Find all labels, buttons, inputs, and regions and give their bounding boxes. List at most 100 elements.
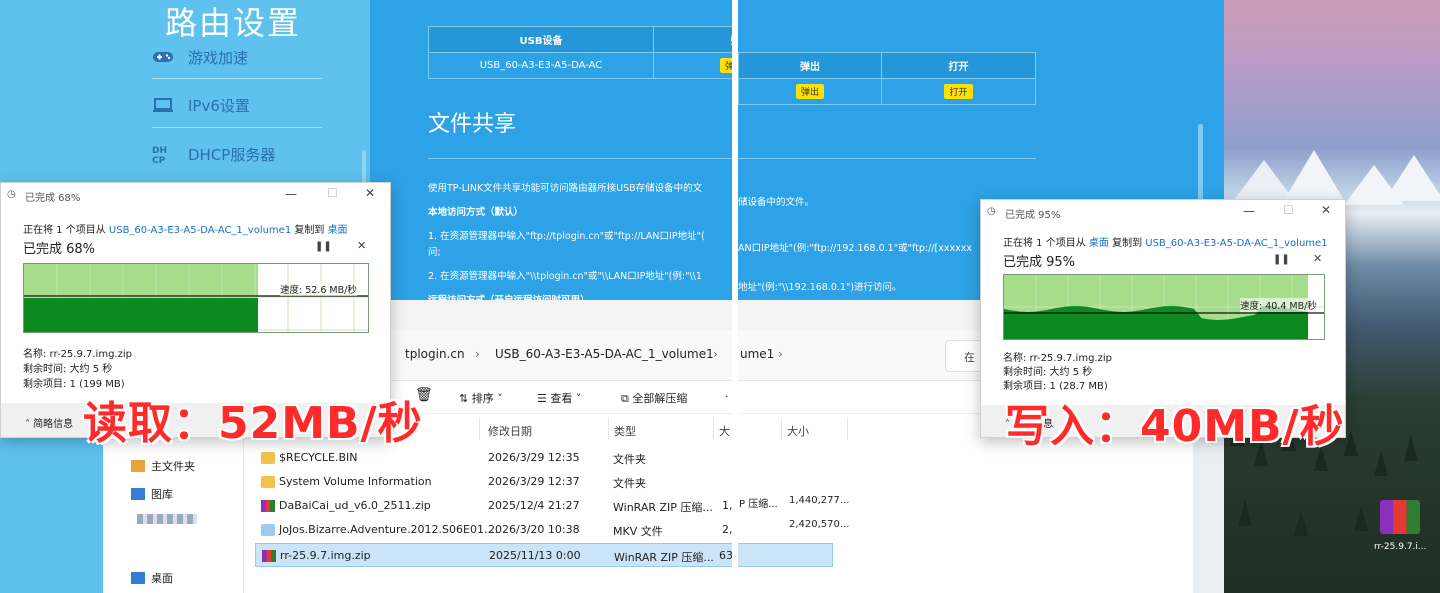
- column-size-partial[interactable]: 大: [719, 423, 730, 439]
- nav-dhcp[interactable]: DH CP DHCP服务器: [152, 137, 275, 171]
- file-size: 63: [719, 549, 733, 562]
- file-row[interactable]: System Volume Information 2026/3/29 12:3…: [255, 470, 833, 494]
- transfer-speed-graph: 速度: 52.6 MB/秒: [23, 263, 369, 333]
- usb-device-name: USB_60-A3-E3-A5-DA-AC: [428, 52, 654, 79]
- svg-text:DH: DH: [152, 146, 167, 156]
- nav-divider: [152, 78, 322, 79]
- file-name: DaBaiCai_ud_v6.0_2511.zip: [279, 499, 431, 512]
- copy-description: 正在将 1 个项目从 桌面 复制到 USB_60-A3-E3-A5-DA-AC_…: [1003, 234, 1328, 249]
- file-date: 2026/3/29 12:35: [488, 451, 580, 464]
- percent-complete: 已完成 68%: [23, 242, 96, 257]
- blurred-sidebar-item: [137, 514, 197, 524]
- dialog-title: 已完成 95%: [1005, 210, 1061, 221]
- file-type: 文件夹: [613, 453, 646, 466]
- percent-complete: 已完成 95%: [1003, 255, 1076, 270]
- minimize-button[interactable]: —: [1243, 204, 1255, 218]
- local-step-1: 1. 在资源管理器中输入"ftp://tplogin.cn"或"ftp://LA…: [428, 231, 705, 242]
- file-row-selected[interactable]: rr-25.9.7.img.zip 2025/11/13 0:00 WinRAR…: [255, 543, 833, 567]
- read-copy-dialog: ◷ 已完成 68% — ☐ ✕ 正在将 1 个项目从 USB_60-A3-E3-…: [0, 182, 422, 449]
- cancel-button[interactable]: ✕: [357, 239, 366, 252]
- dest-link[interactable]: USB_60-A3-E3-A5-DA-AC_1_volume1: [1145, 238, 1327, 249]
- column-separator[interactable]: [847, 418, 848, 440]
- column-date[interactable]: 修改日期: [488, 423, 532, 439]
- column-separator[interactable]: [781, 418, 782, 440]
- clock-icon: ◷: [7, 189, 16, 200]
- col-eject: 弹出: [653, 26, 732, 53]
- column-type[interactable]: 类型: [614, 423, 636, 439]
- column-separator[interactable]: [608, 418, 609, 440]
- chevron-right-icon: ›: [475, 347, 480, 361]
- share-instructions-right: 储设备中的文件。 AN口IP地址"(例:"ftp://192.168.0.1"或…: [738, 176, 978, 300]
- sort-label: 排序: [471, 392, 494, 405]
- source-link[interactable]: 桌面: [1089, 238, 1109, 249]
- col-usb-device: USB设备: [428, 26, 654, 53]
- clock-icon: ◷: [987, 206, 996, 217]
- extract-icon: ⧉: [621, 392, 633, 405]
- file-size: 2,: [722, 523, 733, 536]
- nav-label: DHCP服务器: [188, 145, 276, 164]
- svg-text:CP: CP: [152, 156, 166, 165]
- eject-button[interactable]: 弹出: [795, 84, 824, 99]
- nav-game-acceleration[interactable]: 游戏加速: [152, 40, 248, 74]
- local-step-2: 2. 在资源管理器中输入"\\tplogin.cn"或"\\LAN口IP地址"(…: [428, 271, 702, 282]
- close-button[interactable]: ✕: [365, 186, 375, 200]
- nav-ipv6[interactable]: IPv6设置: [152, 88, 250, 122]
- pause-button[interactable]: ❚❚: [315, 241, 332, 252]
- speed-label: 速度: 40.4 MB/秒: [1240, 298, 1317, 312]
- folder-icon: [261, 476, 275, 488]
- time-remaining: 剩余时间: 大约 5 秒: [23, 364, 113, 375]
- share-instructions-left: 使用TP-LINK文件共享功能可访问路由器所接USB存储设备中的文 本地访问方式…: [428, 176, 732, 300]
- breadcrumb-volume-tail[interactable]: ume1: [740, 347, 774, 361]
- extract-label: 全部解压缩: [632, 392, 688, 405]
- file-size: 2,420,570...: [789, 519, 850, 530]
- fewer-details-button[interactable]: ˄ 简略信息: [25, 415, 73, 430]
- breadcrumb-root[interactable]: tplogin.cn: [405, 347, 465, 361]
- file-row[interactable]: JoJos.Bizarre.Adventure.2012.S06E01.... …: [255, 518, 833, 542]
- copy-text: 复制到: [291, 225, 328, 236]
- file-size: 1,: [722, 499, 733, 512]
- cancel-button[interactable]: ✕: [1313, 252, 1322, 265]
- minimize-button[interactable]: —: [285, 187, 297, 201]
- sidebar-item-home[interactable]: 主文件夹: [131, 458, 195, 474]
- sidebar-item-desktop[interactable]: 桌面: [131, 570, 173, 586]
- eject-button[interactable]: 弹出: [720, 58, 732, 73]
- local-access-title: 本地访问方式（默认）: [428, 207, 524, 218]
- desktop-file-icon[interactable]: [1380, 500, 1424, 540]
- sidebar-label: 主文件夹: [151, 460, 195, 473]
- file-type: 文件夹: [613, 477, 646, 490]
- sidebar-item-gallery[interactable]: 图库: [131, 486, 173, 502]
- pause-button[interactable]: ❚❚: [1273, 254, 1290, 265]
- column-size[interactable]: 大小: [787, 423, 809, 439]
- file-date: 2026/3/20 10:38: [488, 523, 580, 536]
- winrar-zip-icon: [262, 550, 276, 562]
- file-name-line: 名称: rr-25.9.7.img.zip: [1003, 353, 1112, 364]
- nav-label: 游戏加速: [188, 48, 249, 67]
- view-label: 查看: [550, 392, 573, 405]
- sort-button[interactable]: ⇅ 排序 ˅: [459, 390, 503, 406]
- open-button[interactable]: 打开: [944, 84, 973, 99]
- remote-access-title: 远程访问方式（开启远程访问时可用）: [428, 292, 590, 300]
- dest-link[interactable]: 桌面: [328, 225, 348, 236]
- read-speed-caption: 读取：52MB/秒: [83, 398, 423, 449]
- column-separator[interactable]: [713, 418, 714, 440]
- view-button[interactable]: ☰ 查看 ˅: [537, 390, 581, 406]
- more-icon[interactable]: ·: [725, 390, 729, 403]
- gallery-icon: [131, 488, 145, 500]
- write-copy-dialog: ◷ 已完成 95% — ☐ ✕ 正在将 1 个项目从 桌面 复制到 USB_60…: [980, 199, 1346, 452]
- maximize-button: ☐: [1283, 203, 1294, 217]
- sort-icon: ⇅: [459, 392, 472, 405]
- local-step-1-cont: 问;: [428, 247, 441, 258]
- close-button[interactable]: ✕: [1321, 203, 1331, 217]
- sidebar-label: 图库: [151, 488, 173, 501]
- remaining-area: [258, 264, 368, 332]
- column-separator[interactable]: [479, 418, 480, 440]
- chevron-up-icon: ˄: [25, 419, 34, 430]
- source-link[interactable]: USB_60-A3-E3-A5-DA-AC_1_volume1: [109, 225, 291, 236]
- copy-text: 复制到: [1108, 238, 1146, 249]
- winrar-zip-icon: [1380, 500, 1420, 534]
- extract-all-button[interactable]: ⧉ 全部解压缩: [621, 390, 687, 406]
- breadcrumb-volume[interactable]: USB_60-A3-E3-A5-DA-AC_1_volume1: [495, 347, 714, 361]
- section-divider: [428, 158, 732, 159]
- desktop-icon: [131, 572, 145, 584]
- file-name: JoJos.Bizarre.Adventure.2012.S06E01....: [279, 523, 498, 536]
